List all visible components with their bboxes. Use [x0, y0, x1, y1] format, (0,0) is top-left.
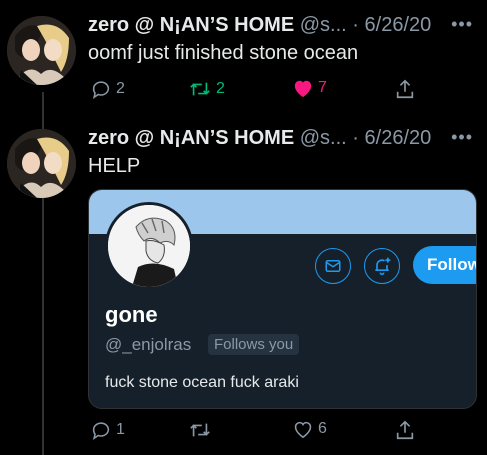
heart-icon — [294, 421, 312, 439]
envelope-icon — [325, 260, 341, 272]
reply-icon — [92, 81, 110, 99]
reply-count: 2 — [116, 80, 125, 97]
avatar[interactable] — [7, 129, 76, 198]
profile-handle: @_enjolras — [105, 335, 192, 354]
like-button[interactable]: 7 — [292, 78, 327, 98]
retweet-button[interactable] — [188, 419, 216, 441]
reply-button[interactable]: 1 — [90, 419, 125, 441]
reply-icon — [92, 422, 110, 440]
profile-card-image[interactable]: Follow gone @_enjolras Follows you fuck … — [88, 189, 477, 409]
timestamp[interactable]: 6/26/20 — [365, 14, 432, 36]
share-icon — [396, 420, 414, 440]
retweet-icon — [190, 82, 210, 96]
profile-avatar — [105, 202, 193, 290]
retweet-count: 2 — [216, 80, 225, 97]
tweet-header: zero @ N¡AN’S HOME @s... · 6/26/20 — [88, 14, 431, 37]
separator: · — [352, 14, 359, 36]
separator: · — [352, 127, 359, 149]
tweet-actions: 2 2 7 — [88, 78, 487, 102]
bell-plus-icon — [375, 257, 391, 276]
tweet[interactable]: zero @ N¡AN’S HOME @s... · 6/26/20 ••• o… — [0, 0, 487, 110]
tweet-text: HELP — [88, 155, 141, 177]
follow-button[interactable]: Follow — [413, 246, 476, 284]
like-button[interactable]: 6 — [292, 419, 327, 439]
notifications-button[interactable] — [364, 248, 400, 284]
display-name[interactable]: zero @ N¡AN’S HOME — [88, 14, 294, 36]
handle[interactable]: @s... — [300, 14, 347, 36]
reply-count: 1 — [116, 421, 125, 438]
profile-name: gone — [105, 302, 158, 327]
profile-bio: fuck stone ocean fuck araki — [105, 374, 299, 391]
handle[interactable]: @s... — [300, 127, 347, 149]
timestamp[interactable]: 6/26/20 — [365, 127, 432, 149]
tweet-actions: 1 6 — [88, 419, 487, 443]
heart-filled-icon — [294, 80, 312, 98]
tweet-header: zero @ N¡AN’S HOME @s... · 6/26/20 — [88, 127, 431, 150]
share-button[interactable] — [394, 419, 416, 441]
share-icon — [396, 79, 414, 99]
retweet-button[interactable]: 2 — [188, 78, 225, 100]
avatar[interactable] — [7, 16, 76, 85]
more-icon[interactable]: ••• — [451, 127, 473, 148]
like-count: 7 — [318, 79, 327, 96]
display-name[interactable]: zero @ N¡AN’S HOME — [88, 127, 294, 149]
reply-button[interactable]: 2 — [90, 78, 125, 100]
retweet-icon — [190, 423, 210, 437]
tweet-text: oomf just finished stone ocean — [88, 42, 359, 64]
more-icon[interactable]: ••• — [451, 14, 473, 35]
share-button[interactable] — [394, 78, 416, 100]
like-count: 6 — [318, 420, 327, 437]
message-button[interactable] — [315, 248, 351, 284]
follows-you-badge: Follows you — [208, 334, 300, 355]
